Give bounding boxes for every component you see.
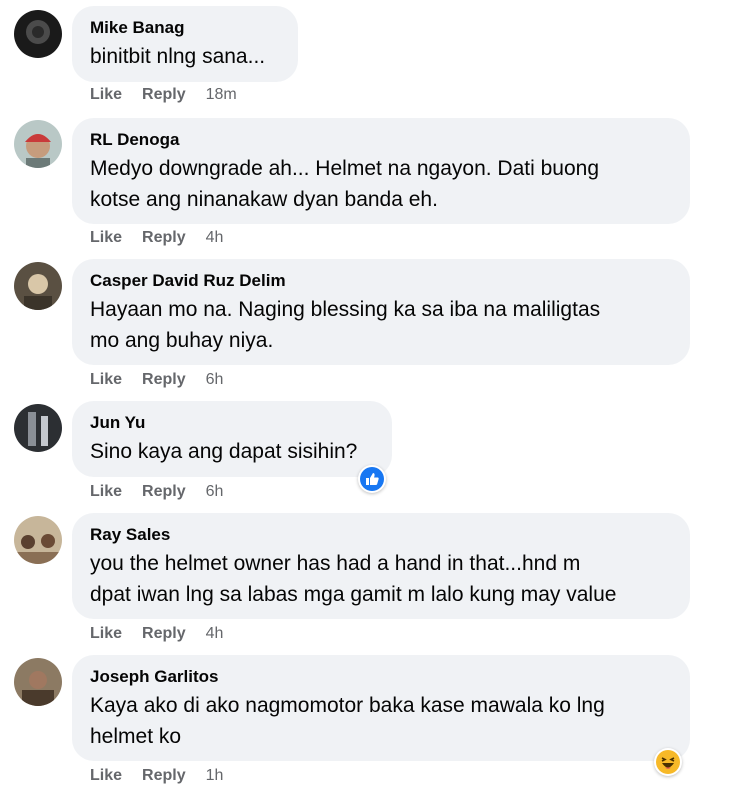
comment-timestamp[interactable]: 1h [206,767,224,785]
haha-reaction-icon [656,750,680,774]
comment-bubble: RL Denoga Medyo downgrade ah... Helmet n… [72,118,690,224]
comment-actions: Like Reply 4h [90,229,223,247]
avatar[interactable] [14,658,62,706]
like-button[interactable]: Like [90,229,122,247]
comment-bubble: Jun Yu Sino kaya ang dapat sisihin? [72,401,392,477]
comment-text: Kaya ako di ako nagmomotor baka kase maw… [90,694,605,748]
comment-timestamp[interactable]: 18m [206,86,237,104]
dark-round-avatar [14,10,62,58]
comment-text: you the helmet owner has had a hand in t… [90,552,617,606]
comment-bubble: Joseph Garlitos Kaya ako di ako nagmomot… [72,655,690,761]
like-button[interactable]: Like [90,483,122,501]
like-button[interactable]: Like [90,625,122,643]
dark-photo-avatar [14,404,62,452]
avatar[interactable] [14,516,62,564]
commenter-name[interactable]: Mike Banag [90,18,280,38]
person-photo-avatar [14,262,62,310]
commenter-name[interactable]: Jun Yu [90,413,374,433]
like-reaction-icon [360,467,384,491]
reply-button[interactable]: Reply [142,86,186,104]
commenter-name[interactable]: Ray Sales [90,525,672,545]
comment-text: Medyo downgrade ah... Helmet na ngayon. … [90,157,599,211]
comment-actions: Like Reply 1h [90,767,223,785]
person-outdoor-avatar [14,658,62,706]
reply-button[interactable]: Reply [142,371,186,389]
comment-bubble: Casper David Ruz Delim Hayaan mo na. Nag… [72,259,690,365]
comment-actions: Like Reply 4h [90,625,223,643]
reply-button[interactable]: Reply [142,767,186,785]
comment-actions: Like Reply 6h [90,483,223,501]
commenter-name[interactable]: Joseph Garlitos [90,667,672,687]
comment-timestamp[interactable]: 6h [206,371,224,389]
comment-actions: Like Reply 18m [90,86,237,104]
reaction-badge[interactable] [654,748,682,776]
comment-timestamp[interactable]: 6h [206,483,224,501]
comment-bubble: Mike Banag binitbit nlng sana... [72,6,298,82]
avatar[interactable] [14,404,62,452]
comment-text: binitbit nlng sana... [90,45,266,68]
commenter-name[interactable]: Casper David Ruz Delim [90,271,672,291]
avatar[interactable] [14,120,62,168]
like-button[interactable]: Like [90,767,122,785]
reply-button[interactable]: Reply [142,229,186,247]
avatar[interactable] [14,10,62,58]
reply-button[interactable]: Reply [142,483,186,501]
comment-timestamp[interactable]: 4h [206,229,224,247]
reply-button[interactable]: Reply [142,625,186,643]
comment-text: Hayaan mo na. Naging blessing ka sa iba … [90,298,601,352]
comment-text: Sino kaya ang dapat sisihin? [90,440,358,463]
comment-actions: Like Reply 6h [90,371,223,389]
comment-timestamp[interactable]: 4h [206,625,224,643]
like-button[interactable]: Like [90,86,122,104]
avatar[interactable] [14,262,62,310]
like-button[interactable]: Like [90,371,122,389]
comment-bubble: Ray Sales you the helmet owner has had a… [72,513,690,619]
person-red-cap-avatar [14,120,62,168]
commenter-name[interactable]: RL Denoga [90,130,672,150]
reaction-badge[interactable] [358,465,386,493]
group-photo-avatar [14,516,62,564]
